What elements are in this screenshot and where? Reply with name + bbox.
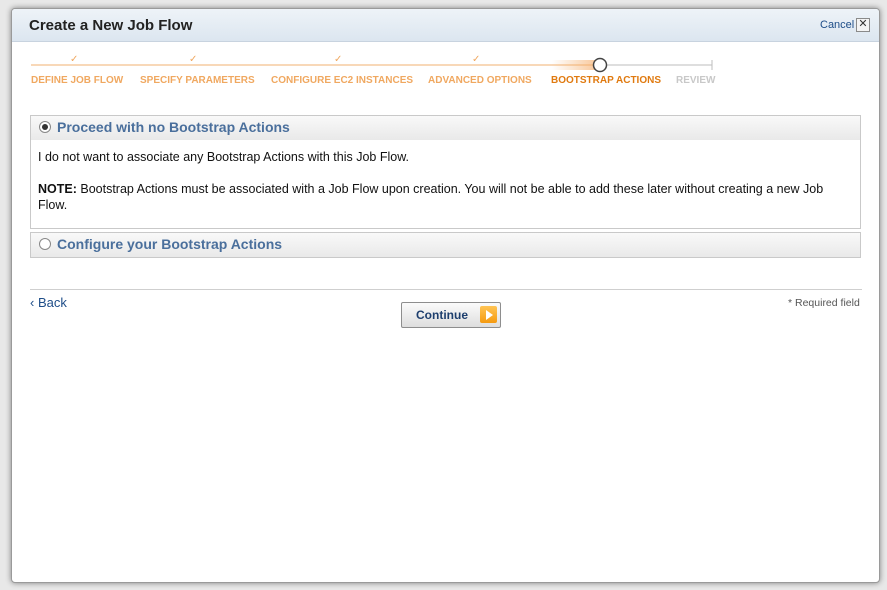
option-no-bootstrap-label[interactable]: Proceed with no Bootstrap Actions <box>57 119 290 135</box>
footer-divider <box>30 289 862 290</box>
wizard-progress: ✓ ✓ ✓ ✓ DEFINE JOB FLOW SPECIFY PARAMETE… <box>12 49 879 99</box>
option-configure-bootstrap-label[interactable]: Configure your Bootstrap Actions <box>57 236 282 252</box>
arrow-right-icon <box>480 306 497 323</box>
step-review: REVIEW <box>676 75 716 86</box>
note-text: Bootstrap Actions must be associated wit… <box>38 182 824 212</box>
option-no-bootstrap-body: I do not want to associate any Bootstrap… <box>30 140 861 229</box>
required-field-note: * Required field <box>788 297 860 309</box>
continue-button[interactable]: Continue <box>401 302 501 328</box>
radio-configure-bootstrap[interactable] <box>39 238 51 250</box>
continue-label: Continue <box>416 308 468 322</box>
close-icon[interactable]: ✕ <box>856 18 870 32</box>
step-bootstrap-actions: BOOTSTRAP ACTIONS <box>551 75 662 86</box>
option-configure-bootstrap-header[interactable]: Configure your Bootstrap Actions <box>30 232 861 258</box>
create-job-flow-dialog: Create a New Job Flow Cancel ✕ ✓ ✓ ✓ ✓ D… <box>11 8 880 583</box>
step-configure-ec2: CONFIGURE EC2 INSTANCES <box>271 75 414 86</box>
note-label: NOTE: <box>38 182 77 196</box>
step-advanced-options: ADVANCED OPTIONS <box>428 75 532 86</box>
step-specify-parameters: SPECIFY PARAMETERS <box>140 75 255 86</box>
step-define-job-flow: DEFINE JOB FLOW <box>31 75 124 86</box>
body-note: NOTE: Bootstrap Actions must be associat… <box>38 181 853 213</box>
progress-track: ✓ ✓ ✓ ✓ <box>31 54 713 73</box>
step-check-icon: ✓ <box>189 54 197 65</box>
step-check-icon: ✓ <box>334 54 342 65</box>
option-no-bootstrap-header[interactable]: Proceed with no Bootstrap Actions <box>30 115 861 141</box>
dialog-title: Create a New Job Flow <box>29 17 193 34</box>
dialog-titlebar: Create a New Job Flow Cancel ✕ <box>12 9 879 42</box>
step-check-icon: ✓ <box>472 54 480 65</box>
back-link[interactable]: ‹ Back <box>30 295 67 310</box>
cancel-link[interactable]: Cancel <box>820 19 854 31</box>
step-check-icon: ✓ <box>70 54 78 65</box>
body-description: I do not want to associate any Bootstrap… <box>38 150 410 164</box>
radio-no-bootstrap[interactable] <box>39 121 51 133</box>
